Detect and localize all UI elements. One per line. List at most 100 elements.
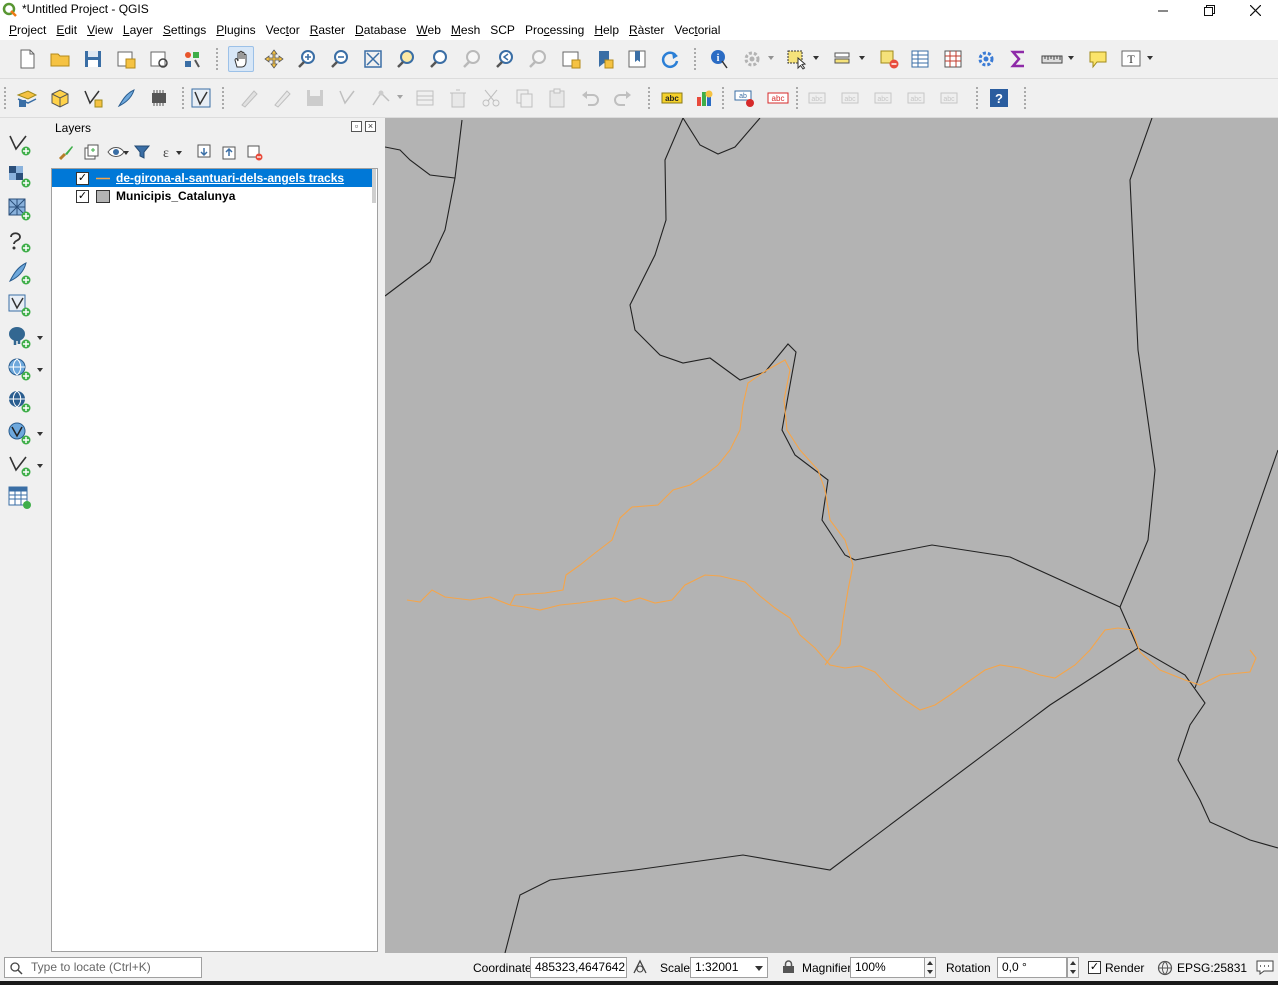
new-vector-layer-button[interactable] (5, 452, 43, 478)
menu-raster[interactable]: Raster (305, 21, 350, 39)
new-temporary-layer-button[interactable] (146, 85, 172, 111)
layer-visibility-checkbox[interactable]: ✓ (76, 190, 89, 203)
new-bookmark-button[interactable] (591, 46, 617, 72)
menu-mesh[interactable]: Mesh (446, 21, 485, 39)
minimize-button[interactable] (1140, 0, 1186, 20)
zoom-native-button[interactable] (459, 46, 485, 72)
layer-labeling-button[interactable]: abc (659, 85, 685, 111)
run-feature-action-button[interactable] (739, 46, 774, 72)
save-edits-button[interactable] (302, 85, 328, 111)
select-features-button[interactable] (784, 46, 819, 72)
expand-all-button[interactable] (193, 142, 215, 162)
close-button[interactable] (1232, 0, 1278, 20)
add-virtual-layer-button[interactable] (5, 292, 33, 318)
panel-float-button[interactable]: ▫ (351, 121, 362, 132)
refresh-button[interactable] (657, 46, 683, 72)
label-edit-button[interactable]: abc (938, 85, 964, 111)
style-manager-button[interactable] (179, 46, 205, 72)
modify-attributes-button[interactable] (412, 85, 438, 111)
help-button[interactable]: ? (986, 85, 1012, 111)
new-shapefile-layer-button[interactable] (80, 85, 106, 111)
attribute-table-button[interactable] (907, 46, 933, 72)
add-wfs-layer-button[interactable] (5, 420, 43, 446)
menu-vectorial[interactable]: Vectorial (669, 21, 725, 39)
messages-icon[interactable] (1256, 959, 1274, 975)
toolbar-grip[interactable] (222, 87, 226, 109)
menu-database[interactable]: Database (350, 21, 411, 39)
text-annotation-button[interactable]: T (1118, 46, 1153, 72)
filter-legend-button[interactable] (131, 142, 153, 162)
panel-close-button[interactable]: × (365, 121, 376, 132)
processing-toolbox-button[interactable] (973, 46, 999, 72)
menu-scp[interactable]: SCP (485, 21, 520, 39)
open-project-button[interactable] (47, 46, 73, 72)
rotate-label-button[interactable]: abc (839, 85, 865, 111)
pin-labels-button[interactable]: ab (732, 85, 758, 111)
coordinate-input[interactable]: 485323,4647642 (530, 957, 627, 978)
layer-visibility-checkbox[interactable]: ✓ (76, 172, 89, 185)
select-by-value-button[interactable] (830, 46, 865, 72)
pan-to-selection-button[interactable] (261, 46, 287, 72)
pan-map-button[interactable] (228, 46, 254, 72)
new-project-button[interactable] (14, 46, 40, 72)
menu-plugins[interactable]: Plugins (211, 21, 260, 39)
add-wms-layer-button[interactable] (5, 356, 43, 382)
vertex-tool-button[interactable] (368, 85, 403, 111)
new-spatialite-layer-button[interactable] (113, 85, 139, 111)
map-canvas[interactable] (385, 118, 1278, 953)
zoom-in-button[interactable] (294, 46, 320, 72)
data-source-manager-button[interactable] (14, 85, 40, 111)
zoom-full-button[interactable] (360, 46, 386, 72)
save-project-button[interactable] (80, 46, 106, 72)
new-map-view-button[interactable] (558, 46, 584, 72)
open-attribute-table-left-button[interactable] (5, 484, 33, 510)
add-feature-button[interactable] (335, 85, 361, 111)
delete-selected-button[interactable] (445, 85, 471, 111)
layer-row-municipis[interactable]: ✓ Municipis_Catalunya (52, 187, 376, 205)
zoom-last-button[interactable] (492, 46, 518, 72)
tree-scrollbar[interactable] (372, 169, 376, 203)
add-mesh-layer-button[interactable] (5, 196, 33, 222)
add-postgis-layer-button[interactable] (5, 324, 43, 350)
identify-features-button[interactable]: i (706, 46, 732, 72)
menu-raster-ca[interactable]: Ràster (624, 21, 669, 39)
label-properties-button[interactable]: abc (905, 85, 931, 111)
toolbar-grip[interactable] (182, 87, 186, 109)
filter-by-expression-button[interactable]: ε (156, 142, 182, 162)
locator-search-input[interactable]: Type to locate (Ctrl+K) (4, 957, 202, 978)
magnifier-input[interactable]: 100% (850, 957, 925, 978)
toolbar-grip[interactable] (976, 87, 980, 109)
add-vector-layer-button[interactable] (5, 131, 33, 157)
lock-icon[interactable] (782, 960, 795, 974)
toolbar-grip[interactable] (4, 87, 8, 109)
menu-help[interactable]: Help (589, 21, 624, 39)
menu-vector[interactable]: Vector (261, 21, 305, 39)
crs-globe-icon[interactable] (1157, 960, 1173, 976)
add-delimited-text-layer-button[interactable] (5, 228, 33, 254)
coordinate-extents-toggle-icon[interactable] (632, 959, 648, 975)
current-edits-button[interactable] (236, 85, 262, 111)
render-checkbox[interactable]: ✓ (1088, 961, 1101, 974)
measure-line-button[interactable] (1039, 46, 1074, 72)
deselect-all-button[interactable] (876, 46, 902, 72)
zoom-next-button[interactable] (525, 46, 551, 72)
layer-diagram-button[interactable] (692, 85, 718, 111)
new-geopackage-layer-button[interactable] (47, 85, 73, 111)
new-print-layout-button[interactable] (113, 46, 139, 72)
menu-settings[interactable]: Settings (158, 21, 211, 39)
add-spatialite-layer-button[interactable] (5, 260, 33, 286)
zoom-to-selection-button[interactable] (393, 46, 419, 72)
menu-web[interactable]: Web (411, 21, 445, 39)
toolbar-grip[interactable] (1024, 87, 1028, 109)
new-virtual-layer-button[interactable] (188, 85, 214, 111)
restore-button[interactable] (1186, 0, 1232, 20)
menu-project[interactable]: Project (4, 21, 51, 39)
menu-view[interactable]: View (82, 21, 118, 39)
zoom-to-layer-button[interactable] (426, 46, 452, 72)
show-hide-labels-button[interactable]: abc (765, 85, 791, 111)
change-label-button[interactable]: abc (872, 85, 898, 111)
show-bookmarks-button[interactable] (624, 46, 650, 72)
layer-row-tracks[interactable]: ✓ de-girona-al-santuari-dels-angels trac… (52, 169, 376, 187)
toolbar-grip[interactable] (722, 87, 726, 109)
toolbar-grip[interactable] (796, 87, 800, 109)
